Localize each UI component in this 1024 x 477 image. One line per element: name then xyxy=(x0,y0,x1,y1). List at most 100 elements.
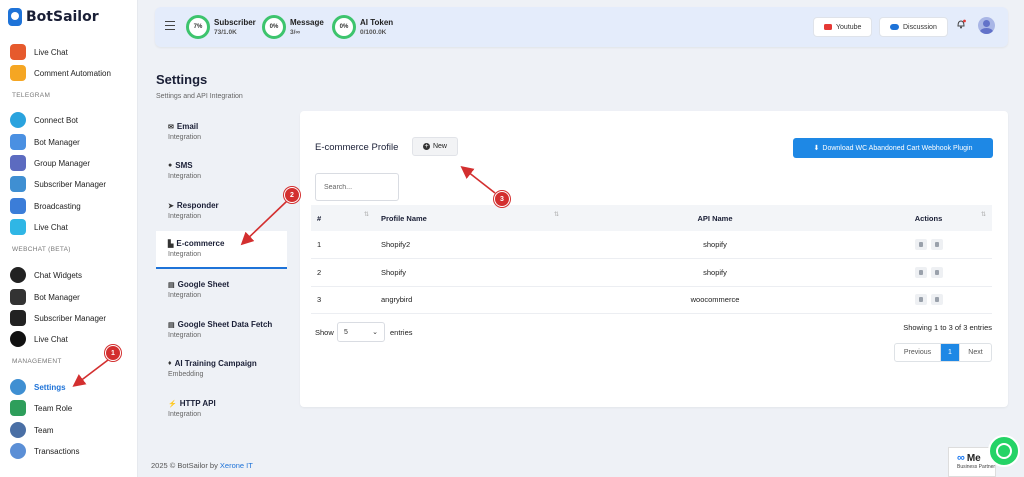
live-chat-icon xyxy=(10,44,26,60)
sort-icon: ⇅ xyxy=(980,212,986,218)
stat-subscriber: 7% Subscriber 73/1.0K xyxy=(186,15,256,39)
bot-manager-icon xyxy=(10,134,26,150)
file-icon: ▤ xyxy=(168,321,175,329)
edit-icon[interactable] xyxy=(914,266,927,278)
annotation-marker-2: 2 xyxy=(284,187,300,203)
entries-label: entries xyxy=(390,328,413,337)
sidebar-item-webchat-live-chat[interactable]: Live Chat xyxy=(10,331,68,347)
search-input[interactable] xyxy=(315,173,399,201)
brand-logo[interactable]: BotSailor xyxy=(8,8,99,26)
sidebar-item-connect-bot[interactable]: Connect Bot xyxy=(10,112,78,128)
row-number: 2 xyxy=(311,258,375,287)
sidebar-item-live-chat[interactable]: Live Chat xyxy=(10,44,68,60)
delete-icon[interactable] xyxy=(930,239,943,250)
group-manager-icon xyxy=(10,155,26,171)
settings-nav-sms[interactable]: ● SMS Integration xyxy=(156,153,287,191)
row-api-name: shopify xyxy=(565,231,865,259)
section-telegram: TELEGRAM xyxy=(12,92,51,99)
sidebar-item-bot-manager[interactable]: Bot Manager xyxy=(10,134,80,150)
edit-icon[interactable] xyxy=(914,239,927,250)
profiles-table: # ⇅ Profile Name ⇅ API Name Actions ⇅ 1 Sho… xyxy=(311,205,992,314)
plus-circle-icon: + xyxy=(422,143,430,150)
top-bar: 7% Subscriber 73/1.0K 0% Message 3/∞ 0% … xyxy=(155,7,1008,47)
hamburger-menu-icon[interactable] xyxy=(165,21,175,30)
delete-icon[interactable] xyxy=(930,294,943,306)
plug-icon: ⚡ xyxy=(168,400,177,408)
file-icon: ▤ xyxy=(168,281,175,289)
sidebar-item-group-manager[interactable]: Group Manager xyxy=(10,155,90,171)
youtube-button[interactable]: Youtube xyxy=(813,17,873,37)
stat-value: 3/∞ xyxy=(290,29,301,36)
sidebar-item-team[interactable]: Team xyxy=(10,422,54,438)
stat-message: 0% Message 3/∞ xyxy=(262,15,324,39)
brand-name: BotSailor xyxy=(26,9,99,25)
sidebar-item-team-role[interactable]: Team Role xyxy=(10,400,72,416)
new-profile-button[interactable]: + New xyxy=(412,137,458,156)
notification-bell-icon[interactable] xyxy=(956,19,966,29)
column-header-actions: Actions ⇅ xyxy=(865,205,992,231)
entries-per-page-select[interactable]: 5 ⌄ xyxy=(337,322,385,342)
sidebar-item-transactions[interactable]: Transactions xyxy=(10,443,80,459)
settings-nav-google-sheet-data-fetch[interactable]: ▤ Google Sheet Data Fetch Integration xyxy=(156,312,287,350)
chat-widgets-icon xyxy=(10,267,26,283)
table-row: 2 Shopify shopify xyxy=(311,258,992,287)
telegram-icon xyxy=(10,112,26,128)
row-number: 3 xyxy=(311,286,375,314)
footer-link[interactable]: Xerone IT xyxy=(220,461,253,470)
whatsapp-chat-button[interactable] xyxy=(988,435,1020,467)
show-label: Show xyxy=(315,328,334,337)
settings-nav-email[interactable]: ✉ Email Integration xyxy=(156,114,287,152)
sidebar-item-webchat-subscriber-manager[interactable]: Subscriber Manager xyxy=(10,310,106,326)
sort-icon: ⇅ xyxy=(363,212,369,218)
settings-nav-ecommerce[interactable]: ▙ E-commerce Integration xyxy=(156,231,287,269)
row-api-name: shopify xyxy=(565,258,865,287)
sidebar-item-settings[interactable]: Settings xyxy=(10,379,66,395)
annotation-marker-1: 1 xyxy=(105,345,121,361)
botsailor-logo-icon xyxy=(8,8,22,26)
download-plugin-button[interactable]: ⬇ Download WC Abandoned Cart Webhook Plu… xyxy=(793,138,993,158)
annotation-marker-3: 3 xyxy=(494,191,510,207)
settings-nav-responder[interactable]: ➤ Responder Integration xyxy=(156,193,287,231)
row-actions xyxy=(865,258,992,287)
delete-icon[interactable] xyxy=(930,266,943,278)
stat-ai-token: 0% AI Token 0/100.0K xyxy=(332,15,393,39)
stat-value: 73/1.0K xyxy=(214,29,237,36)
discussion-button[interactable]: Discussion xyxy=(879,17,948,37)
section-management: MANAGEMENT xyxy=(12,358,62,365)
settings-nav-google-sheet[interactable]: ▤ Google Sheet Integration xyxy=(156,272,287,310)
settings-icon xyxy=(10,379,26,395)
column-header-profile-name[interactable]: Profile Name ⇅ xyxy=(375,205,565,231)
email-icon: ✉ xyxy=(168,123,174,131)
settings-nav-ai-training-campaign[interactable]: ♦ AI Training Campaign Embedding xyxy=(156,351,287,389)
sidebar: BotSailor Live Chat Comment Automation T… xyxy=(0,0,138,477)
previous-page-button[interactable]: Previous xyxy=(895,344,941,361)
page-title: Settings xyxy=(156,72,208,87)
sidebar-item-webchat-bot-manager[interactable]: Bot Manager xyxy=(10,289,80,305)
comment-automation-icon xyxy=(10,65,26,81)
sidebar-item-subscriber-manager[interactable]: Subscriber Manager xyxy=(10,176,106,192)
sidebar-item-comment-automation[interactable]: Comment Automation xyxy=(10,65,111,81)
row-profile-name: angrybird xyxy=(375,286,565,314)
page-1-button[interactable]: 1 xyxy=(941,344,959,361)
sidebar-item-chat-widgets[interactable]: Chat Widgets xyxy=(10,267,82,283)
sort-icon: ⇅ xyxy=(553,212,559,218)
sidebar-item-broadcasting[interactable]: Broadcasting xyxy=(10,198,81,214)
user-avatar[interactable] xyxy=(978,17,995,34)
stat-title: AI Token xyxy=(360,18,394,27)
lightbulb-icon: ♦ xyxy=(168,360,172,367)
row-profile-name: Shopify xyxy=(375,258,565,287)
column-header-api-name[interactable]: API Name xyxy=(565,205,865,231)
column-header-number[interactable]: # ⇅ xyxy=(311,205,375,231)
whatsapp-icon xyxy=(996,443,1012,459)
youtube-icon xyxy=(824,24,832,30)
discussion-icon xyxy=(890,24,899,30)
sidebar-item-live-chat-telegram[interactable]: Live Chat xyxy=(10,219,68,235)
edit-icon[interactable] xyxy=(914,294,927,306)
section-webchat: WEBCHAT (BETA) xyxy=(12,246,71,253)
settings-nav-http-api[interactable]: ⚡ HTTP API Integration xyxy=(156,391,287,429)
footer: 2025 © BotSailor by Xerone IT xyxy=(151,461,253,470)
team-role-icon xyxy=(10,400,26,416)
live-chat-icon xyxy=(10,331,26,347)
next-page-button[interactable]: Next xyxy=(959,344,991,361)
sms-icon: ● xyxy=(168,162,173,169)
